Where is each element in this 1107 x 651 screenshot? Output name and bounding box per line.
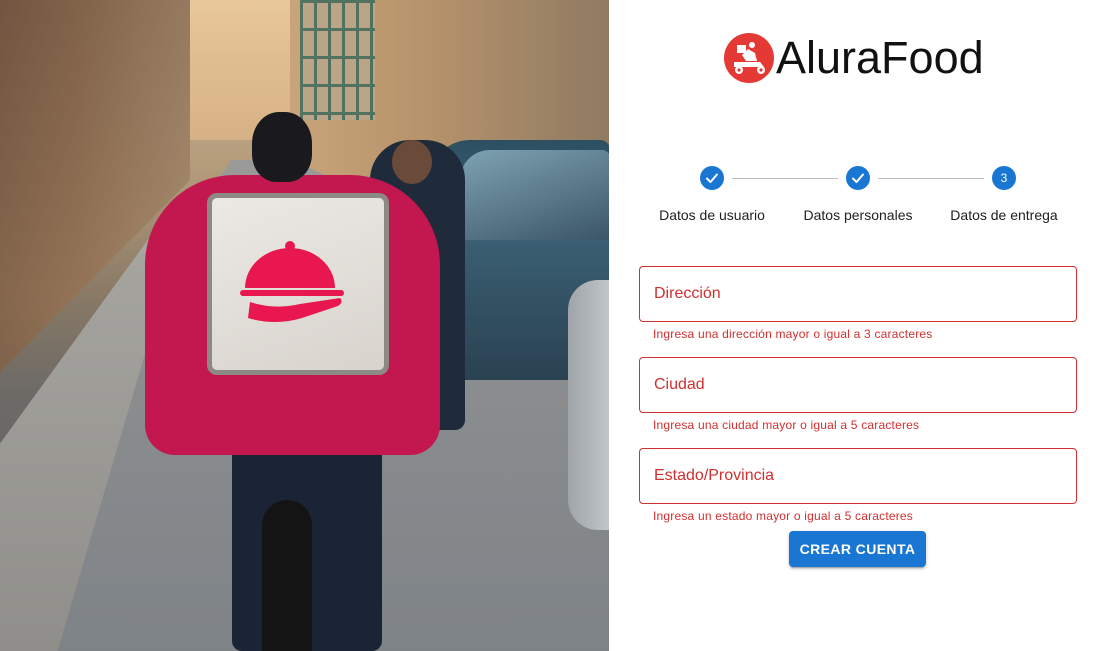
step-3-active: 3 [992,166,1016,190]
step-1-complete [700,166,724,190]
step-label-delivery: Datos de entrega [950,207,1058,223]
cloche-icon [240,241,344,322]
city-field[interactable] [639,357,1077,413]
hero-image [0,0,609,651]
step-connector [732,178,838,179]
pedestrian-head [392,140,432,184]
delivery-scooter-icon [724,33,774,83]
brand-name: AluraFood [776,32,984,83]
bicycle-wheel [262,500,312,651]
brand-header: AluraFood [724,32,984,84]
step-connector [878,178,984,179]
check-icon [706,173,718,183]
city-error: Ingresa una ciudad mayor o igual a 5 car… [653,418,920,432]
car-windshield [460,150,609,240]
address-input[interactable] [640,267,1076,321]
scaffolding [300,0,375,120]
step-2-complete [846,166,870,190]
state-error: Ingresa un estado mayor o igual a 5 cara… [653,509,914,523]
parked-car-2 [568,280,609,530]
progress-stepper: 3 Datos de usuario Datos personales Dato… [640,166,1076,226]
check-icon [852,173,864,183]
address-error: Ingresa una dirección mayor o igual a 3 … [653,327,933,341]
address-field[interactable] [639,266,1077,322]
step-number: 3 [1000,171,1008,185]
step-label-personal: Datos personales [803,207,913,223]
state-field[interactable] [639,448,1077,504]
create-account-button[interactable]: CREAR CUENTA [789,531,926,567]
city-input[interactable] [640,358,1076,412]
step-label-user: Datos de usuario [659,207,765,223]
state-input[interactable] [640,449,1076,503]
rider-head [252,112,312,182]
